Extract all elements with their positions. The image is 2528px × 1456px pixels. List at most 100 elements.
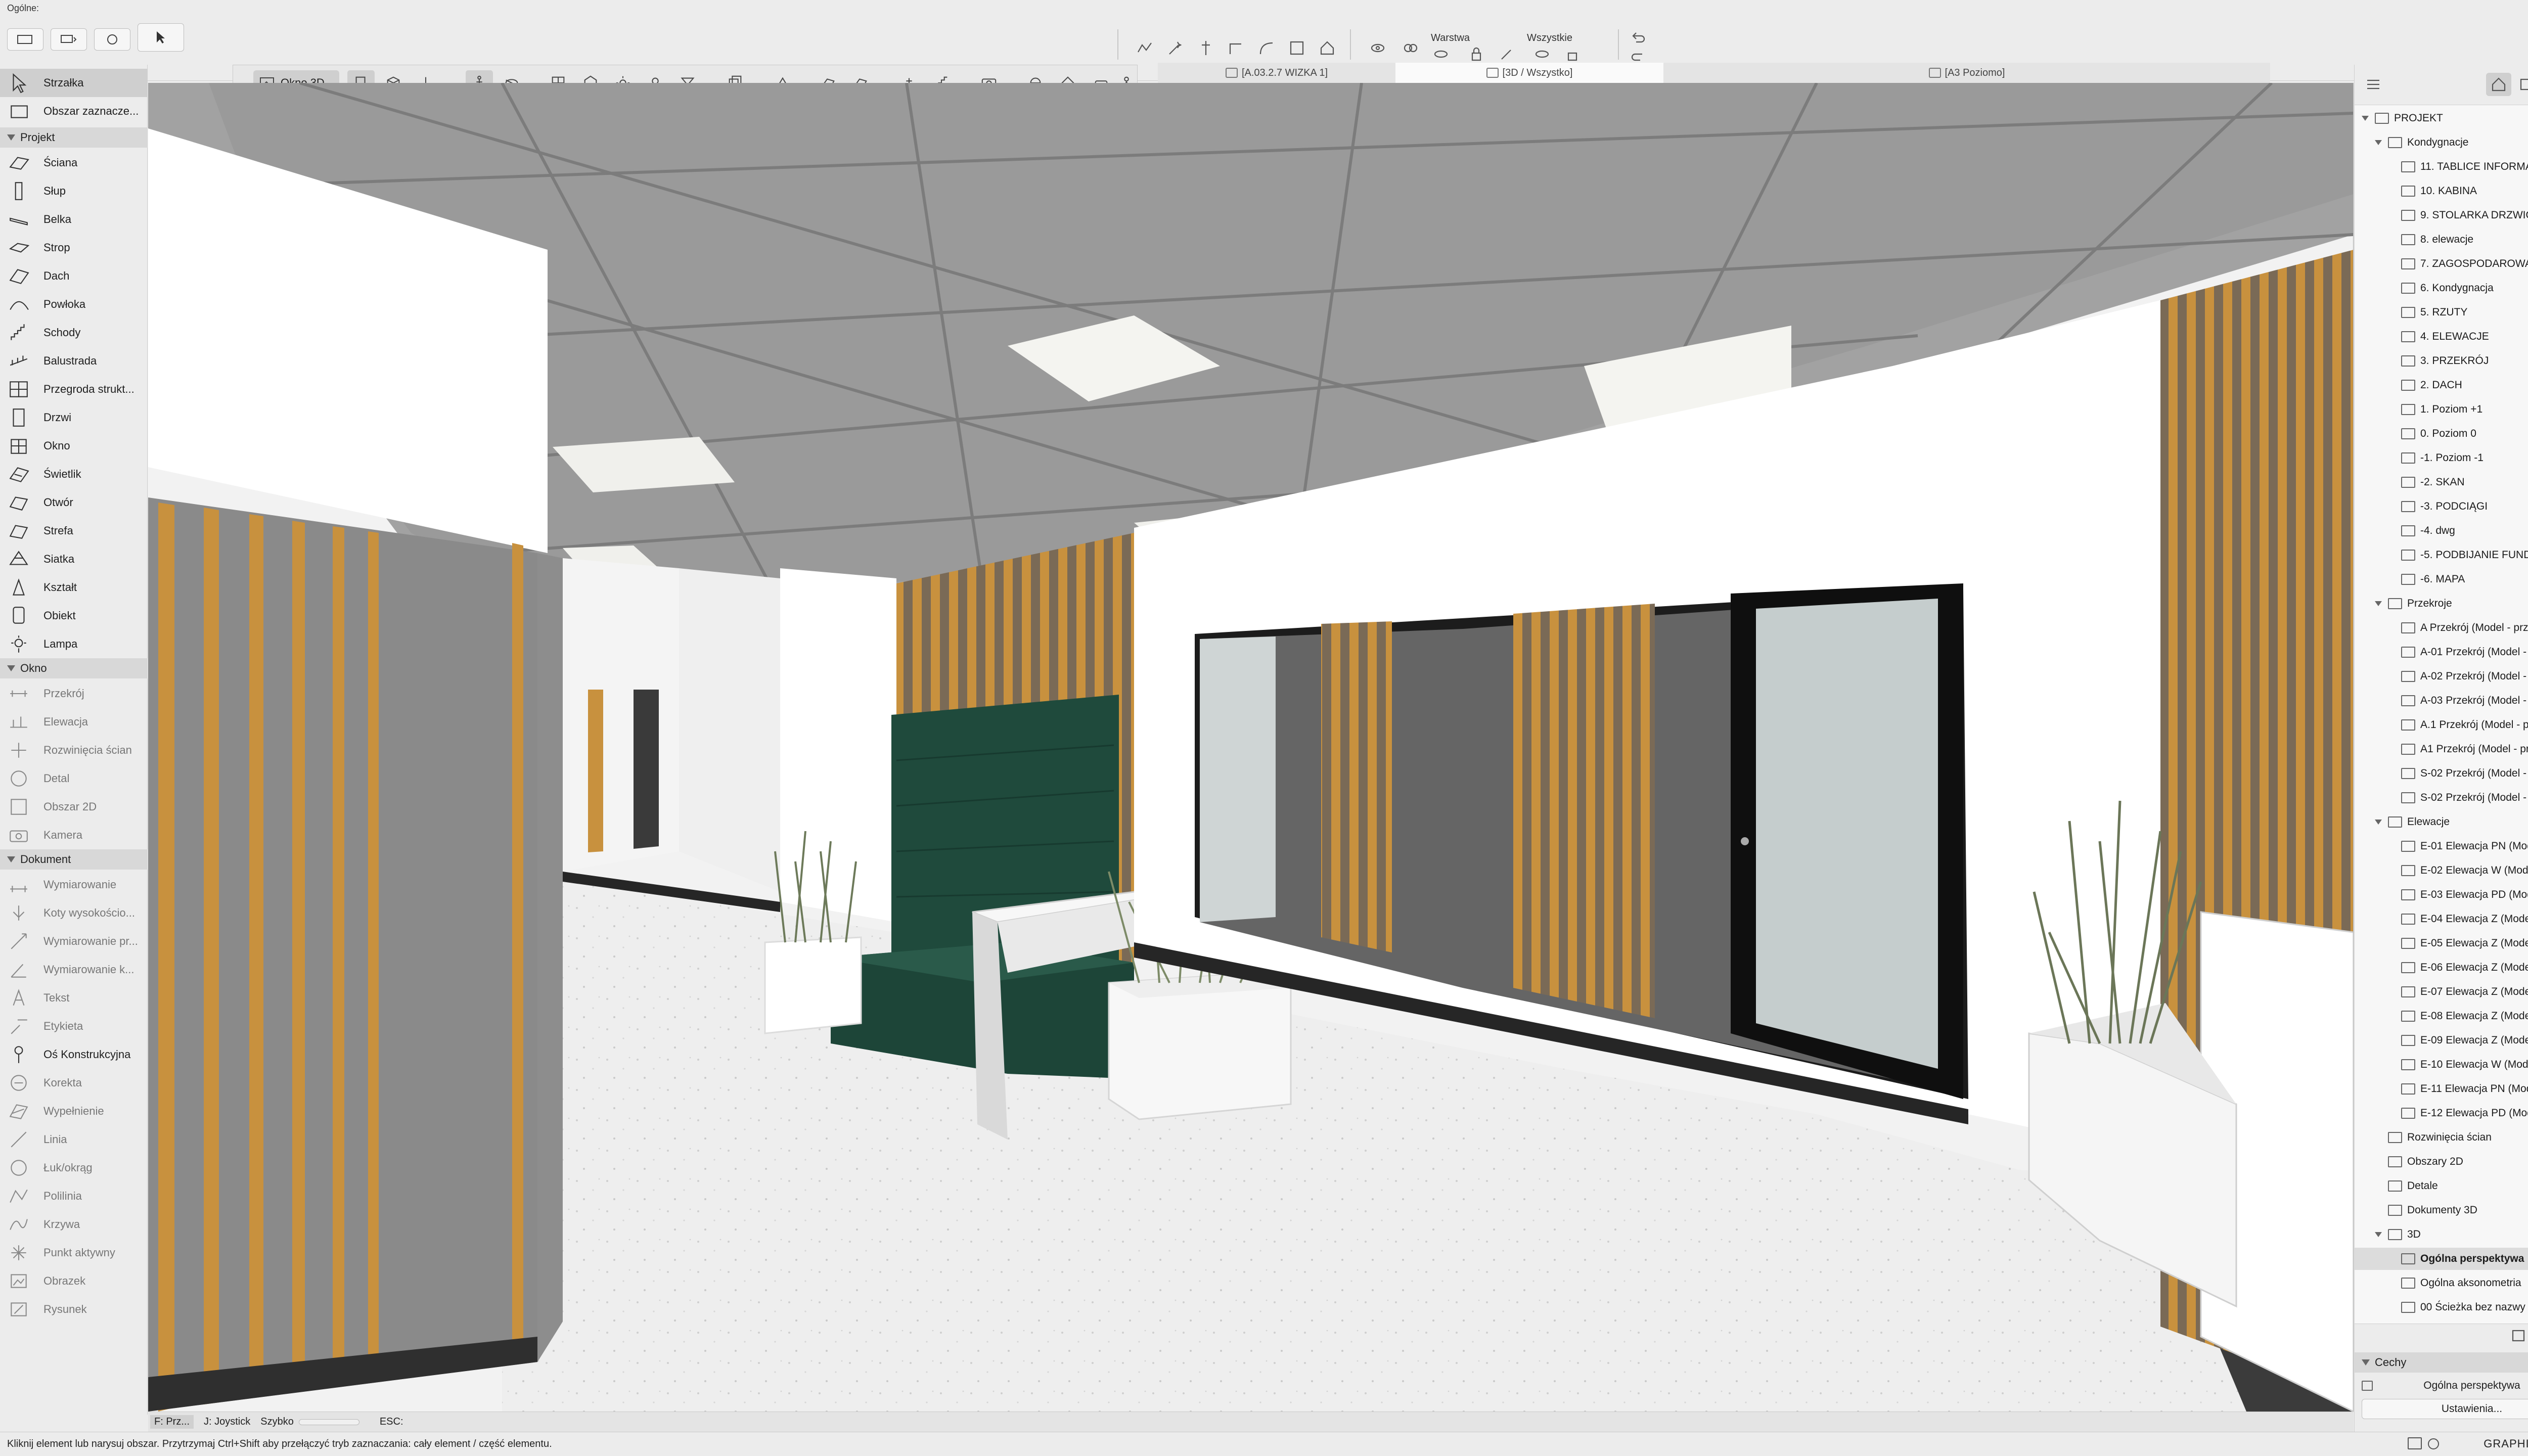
tool-slab[interactable]: Strop — [0, 234, 148, 262]
joystick-label[interactable]: J: Joystick — [204, 1416, 250, 1428]
new-view-icon[interactable] — [2506, 1324, 2528, 1347]
3d-scene[interactable] — [148, 83, 2354, 1412]
project-map-icon[interactable] — [2486, 73, 2511, 96]
3d-viewport[interactable] — [148, 83, 2354, 1412]
tool-worksheet[interactable]: Obszar 2D — [0, 793, 148, 821]
tool-skylight[interactable]: Świetlik — [0, 460, 148, 488]
tree-section[interactable]: S-02 Przekrój (Model - przebuc — [2401, 762, 2528, 785]
tool-arc[interactable]: Łuk/okrąg — [0, 1154, 148, 1182]
tree-elevation[interactable]: E-04 Elewacja Z (Model - prze — [2401, 908, 2528, 930]
section-dokument[interactable]: Dokument — [0, 849, 148, 870]
navigator-menu-icon[interactable] — [2361, 73, 2386, 96]
tool-level[interactable]: Koty wysokościo... — [0, 899, 148, 927]
tree-elevation[interactable]: E-09 Elewacja Z (Model - prze — [2401, 1029, 2528, 1052]
trace-icon[interactable] — [1133, 36, 1158, 60]
tree-story[interactable]: -5. PODBIJANIE FUNDAMENTÓ — [2401, 544, 2528, 566]
tree-folder[interactable]: Rozwinięcia ścian — [2388, 1126, 2492, 1149]
tree-story[interactable]: 2. DACH — [2401, 374, 2462, 396]
tool-dim[interactable]: Wymiarowanie — [0, 871, 148, 899]
snap-icon[interactable] — [1224, 36, 1249, 60]
section-okno[interactable]: Okno — [0, 658, 148, 678]
tool-object[interactable]: Obiekt — [0, 602, 148, 630]
properties-header[interactable]: Cechy — [2355, 1352, 2528, 1373]
tab-layout[interactable]: [A3 Poziomo] — [1663, 63, 2270, 83]
magic-wand-icon[interactable] — [1163, 36, 1188, 60]
tree-3d[interactable]: 3D — [2375, 1223, 2421, 1246]
tree-elevation[interactable]: E-06 Elewacja Z (Model - prze — [2401, 957, 2528, 979]
layer-settings-icon[interactable] — [1397, 36, 1423, 60]
tree-story[interactable]: -1. Poziom -1 — [2401, 447, 2484, 469]
tool-interior[interactable]: Rozwinięcia ścian — [0, 736, 148, 764]
tool-grid[interactable]: Oś Konstrukcyjna — [0, 1040, 148, 1069]
all-eye-icon[interactable] — [1532, 47, 1552, 62]
window-toggle-icon[interactable] — [2408, 1437, 2422, 1449]
tree-story[interactable]: 7. ZAGOSPODAROWANIE — [2401, 253, 2528, 275]
tool-stair[interactable]: Schody — [0, 318, 148, 347]
tree-elevation[interactable]: E-03 Elewacja PD (Model - prze — [2401, 884, 2528, 906]
graphisoft-id-link[interactable]: GRAPHISOFT ID — [2484, 1437, 2528, 1450]
view-map-icon[interactable] — [2514, 73, 2528, 96]
info-icon[interactable] — [2428, 1438, 2439, 1449]
tool-figure[interactable]: Obrazek — [0, 1267, 148, 1295]
tree-story[interactable]: 4. ELEWACJE — [2401, 326, 2489, 348]
tool-zone[interactable]: Strefa — [0, 517, 148, 545]
tool-wall[interactable]: Ściana — [0, 149, 148, 177]
layer-visibility-icon[interactable] — [1365, 36, 1390, 60]
tree-section[interactable]: A1 Przekrój (Model - przebudov — [2401, 738, 2528, 760]
expand-arrow-icon[interactable] — [2375, 820, 2382, 825]
tree-story[interactable]: 8. elewacje — [2401, 229, 2473, 251]
tool-fill[interactable]: Wypełnienie — [0, 1097, 148, 1125]
tree-3d-view[interactable]: Ogólna perspektywa — [2355, 1248, 2528, 1270]
tree-story[interactable]: 5. RZUTY — [2401, 301, 2467, 324]
tree-story[interactable]: -3. PODCIĄGI — [2401, 495, 2488, 518]
tree-elevation[interactable]: E-10 Elewacja W (Model - prze — [2401, 1054, 2528, 1076]
tree-story[interactable]: 0. Poziom 0 — [2401, 423, 2476, 445]
tree-elevation[interactable]: E-01 Elewacja PN (Model - prze — [2401, 835, 2528, 857]
tree-section[interactable]: A-01 Przekrój (Model - przebuc — [2401, 641, 2528, 663]
tool-polyline[interactable]: Polilinia — [0, 1182, 148, 1210]
tool-elev[interactable]: Elewacja — [0, 708, 148, 736]
tree-story[interactable]: 1. Poziom +1 — [2401, 398, 2482, 421]
expand-arrow-icon[interactable] — [2375, 1232, 2382, 1237]
tree-story[interactable]: 10. KABINA — [2401, 180, 2477, 202]
tree-folder[interactable]: Obszary 2D — [2388, 1151, 2463, 1173]
speed-slider[interactable] — [298, 1419, 359, 1425]
grid-snap-icon[interactable] — [1284, 36, 1310, 60]
expand-arrow-icon[interactable] — [2362, 116, 2369, 121]
tree-section[interactable]: A Przekrój (Model - przebudow — [2401, 617, 2528, 639]
tree-stories[interactable]: Kondygnacje — [2375, 131, 2468, 154]
tree-story[interactable]: 6. Kondygnacja — [2401, 277, 2494, 299]
tree-folder[interactable]: Dokumenty 3D — [2388, 1199, 2477, 1221]
tree-elevation[interactable]: E-07 Elewacja Z (Model - prze — [2401, 981, 2528, 1003]
tool-rail[interactable]: Balustrada — [0, 347, 148, 375]
tree-elevation[interactable]: E-02 Elewacja W (Model - prze — [2401, 859, 2528, 882]
tree-elevations[interactable]: Elewacje — [2375, 811, 2450, 833]
rotate-tool-button[interactable] — [94, 28, 130, 51]
house-icon[interactable] — [1315, 36, 1340, 60]
tree-sections[interactable]: Przekroje — [2375, 593, 2452, 615]
tool-camera[interactable]: Kamera — [0, 821, 148, 849]
guide-icon[interactable] — [1193, 36, 1218, 60]
tool-drawing[interactable]: Rysunek — [0, 1295, 148, 1324]
mode-indicator[interactable]: F: Prz... — [150, 1415, 194, 1429]
undo-icon[interactable] — [1628, 30, 1648, 46]
tool-roof[interactable]: Dach — [0, 262, 148, 290]
tool-hotspot[interactable]: Punkt aktywny — [0, 1239, 148, 1267]
redo-icon[interactable] — [1628, 49, 1648, 64]
settings-button[interactable]: Ustawienia... — [2362, 1399, 2528, 1419]
arrow-tool-button[interactable] — [138, 23, 184, 52]
tool-mesh[interactable]: Siatka — [0, 545, 148, 573]
tool-opening[interactable]: Otwór — [0, 488, 148, 517]
tool-section[interactable]: Przekrój — [0, 679, 148, 708]
tree-section[interactable]: A-02 Przekrój (Model - przebuc — [2401, 665, 2528, 688]
tree-story[interactable]: -6. MAPA — [2401, 568, 2465, 590]
tree-story[interactable]: 3. PRZEKRÓJ — [2401, 350, 2489, 372]
tool-column[interactable]: Słup — [0, 177, 148, 205]
tool-curtain[interactable]: Przegroda strukt... — [0, 375, 148, 403]
expand-arrow-icon[interactable] — [2375, 601, 2382, 606]
tree-project[interactable]: PROJEKT — [2362, 107, 2443, 129]
tool-morph[interactable]: Kształt — [0, 573, 148, 602]
expand-arrow-icon[interactable] — [2375, 140, 2382, 145]
tool-beam[interactable]: Belka — [0, 205, 148, 234]
tree-section[interactable]: A-03 Przekrój (Model - przebuc — [2401, 690, 2528, 712]
